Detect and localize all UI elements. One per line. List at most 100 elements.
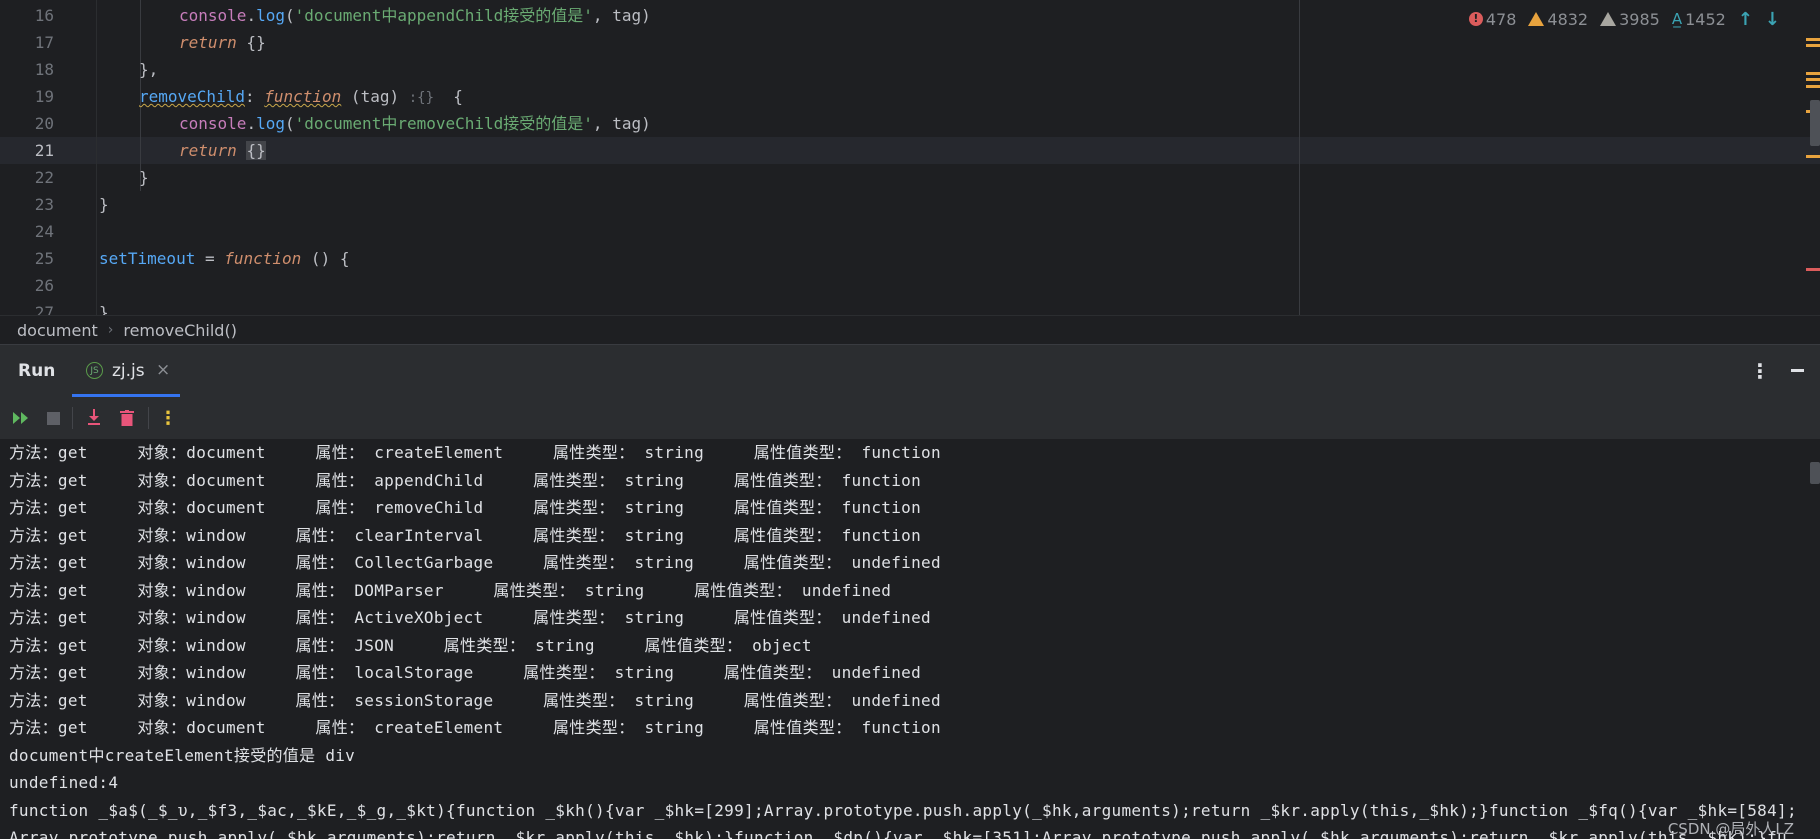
js-file-icon: JS — [86, 362, 103, 379]
code-token: 'document中removeChild接受的值是' — [294, 114, 593, 133]
close-icon[interactable]: × — [156, 360, 170, 380]
run-toolbar: ⋮ — [0, 397, 1820, 439]
code-token: console — [179, 114, 247, 133]
breadcrumb-item[interactable]: document — [17, 321, 98, 340]
run-tool-window-header: Run JS zj.js × ⋮ — [0, 345, 1820, 397]
console-line: 方法：get 对象：window 属性： ActiveXObject 属性类型：… — [9, 608, 931, 627]
code-token: function — [264, 87, 342, 106]
console-output[interactable]: 方法：get 对象：document 属性： createElement 属性类… — [0, 439, 1820, 839]
stripe-mark[interactable] — [1806, 268, 1820, 271]
code-text-area[interactable]: console.log('document中appendChild接受的值是',… — [96, 0, 1820, 315]
run-title[interactable]: Run — [18, 361, 55, 381]
stop-icon[interactable] — [42, 407, 64, 429]
clear-all-icon[interactable] — [116, 407, 138, 429]
line-number: 22 — [34, 168, 54, 187]
code-line-23: } — [99, 195, 109, 214]
console-line: 方法：get 对象：document 属性： createElement 属性类… — [9, 443, 941, 462]
code-token: console — [179, 6, 247, 25]
errors-value: 478 — [1485, 9, 1517, 29]
code-token: function — [224, 249, 302, 268]
code-token: ( — [284, 6, 295, 25]
stripe-mark[interactable] — [1806, 78, 1820, 81]
code-token: . — [246, 114, 257, 133]
toolbar-divider — [148, 407, 149, 429]
code-line-20: console.log('document中removeChild接受的值是',… — [179, 110, 651, 137]
line-number: 21 — [34, 141, 54, 160]
code-line-22: } — [139, 168, 149, 187]
code-line-18: }, — [139, 60, 159, 79]
breadcrumb-item[interactable]: removeChild() — [123, 321, 237, 340]
console-line: document中createElement接受的值是 div — [9, 745, 356, 765]
code-token: log — [256, 6, 285, 25]
code-token: return — [179, 141, 237, 160]
code-token: = — [195, 249, 225, 268]
typo-icon: A̲ — [1671, 10, 1683, 28]
code-token: return — [179, 33, 237, 52]
code-line-27: } — [99, 303, 109, 315]
line-number: 23 — [34, 195, 54, 214]
line-number-gutter: 16 17 18 19 20 21 22 23 24 25 26 27 — [0, 0, 96, 315]
stripe-mark[interactable] — [1806, 72, 1820, 75]
code-line-16: console.log('document中appendChild接受的值是',… — [179, 2, 651, 29]
line-number: 20 — [34, 114, 54, 133]
previous-problem-arrow-icon[interactable]: ↑ — [1738, 9, 1753, 30]
error-stripe[interactable] — [1806, 0, 1820, 315]
warning-icon — [1528, 12, 1545, 26]
matched-brace: {} — [246, 141, 266, 160]
code-token: log — [256, 114, 285, 133]
minimize-icon[interactable] — [1791, 369, 1804, 372]
console-line: 方法：get 对象：window 属性： sessionStorage 属性类型… — [9, 690, 941, 710]
line-number: 27 — [34, 303, 54, 315]
tab-label: zj.js — [112, 361, 145, 381]
code-line-19: removeChild: function (tag) :{} { — [139, 83, 463, 110]
more-actions-icon[interactable]: ⋮ — [157, 407, 179, 429]
next-problem-arrow-icon[interactable]: ↓ — [1765, 9, 1780, 30]
console-line: 方法：get 对象：window 属性： CollectGarbage 属性类型… — [9, 553, 941, 572]
code-token: . — [246, 6, 257, 25]
console-line: undefined:4 — [9, 773, 119, 792]
console-line: 方法：get 对象：document 属性： appendChild 属性类型：… — [9, 470, 922, 490]
line-number: 16 — [34, 6, 54, 25]
scroll-to-end-icon[interactable] — [83, 407, 105, 429]
line-number: 24 — [34, 222, 54, 241]
warnings-value: 4832 — [1547, 9, 1589, 29]
console-line: 方法：get 对象：document 属性： removeChild 属性类型：… — [9, 498, 922, 517]
code-token: , tag) — [592, 114, 651, 133]
code-token: ( — [284, 114, 295, 133]
rerun-icon[interactable] — [10, 407, 32, 429]
more-options-icon[interactable]: ⋮ — [1750, 359, 1770, 383]
console-line: 方法：get 对象：window 属性： localStorage 属性类型： … — [9, 663, 922, 682]
code-token: { — [434, 87, 463, 106]
editor-scrollbar-thumb[interactable] — [1810, 100, 1820, 146]
code-line-17: return {} — [179, 29, 266, 56]
stripe-mark[interactable] — [1806, 38, 1820, 41]
console-line: 方法：get 对象：window 属性： clearInterval 属性类型：… — [9, 525, 922, 545]
inspection-widget[interactable]: ! 478 4832 3985 A̲ 1452 ↑ ↓ — [1468, 8, 1780, 30]
inlay-type-hint: :{} — [408, 90, 435, 106]
stripe-mark[interactable] — [1806, 155, 1820, 158]
console-line: 方法：get 对象：document 属性： createElement 属性类… — [9, 718, 941, 737]
typos-count[interactable]: A̲ 1452 — [1672, 10, 1726, 29]
console-scrollbar-thumb[interactable] — [1810, 462, 1820, 484]
code-editor[interactable]: 16 17 18 19 20 21 22 23 24 25 26 27 cons… — [0, 0, 1820, 315]
stripe-mark[interactable] — [1806, 44, 1820, 47]
code-token: : — [244, 87, 265, 106]
errors-count[interactable]: ! 478 — [1468, 9, 1517, 29]
tab-zj-js[interactable]: JS zj.js × — [72, 345, 180, 397]
toolbar-divider — [72, 407, 73, 429]
line-number: 26 — [34, 276, 54, 295]
line-number: 17 — [34, 33, 54, 52]
line-number: 18 — [34, 60, 54, 79]
code-token: removeChild — [139, 87, 245, 106]
code-line-21: return {} — [179, 137, 266, 164]
line-number: 25 — [34, 249, 54, 268]
stripe-mark[interactable] — [1806, 85, 1820, 88]
code-token: setTimeout — [99, 249, 196, 268]
weak-warnings-count[interactable]: 3985 — [1600, 10, 1660, 29]
warnings-count[interactable]: 4832 — [1528, 10, 1588, 29]
code-token: 'document中appendChild接受的值是' — [294, 6, 593, 25]
console-line: 方法：get 对象：window 属性： DOMParser 属性类型： str… — [9, 580, 892, 600]
console-line: Array.prototype.push.apply(_$hk,argument… — [9, 828, 1787, 839]
weak-warning-icon — [1600, 12, 1617, 26]
